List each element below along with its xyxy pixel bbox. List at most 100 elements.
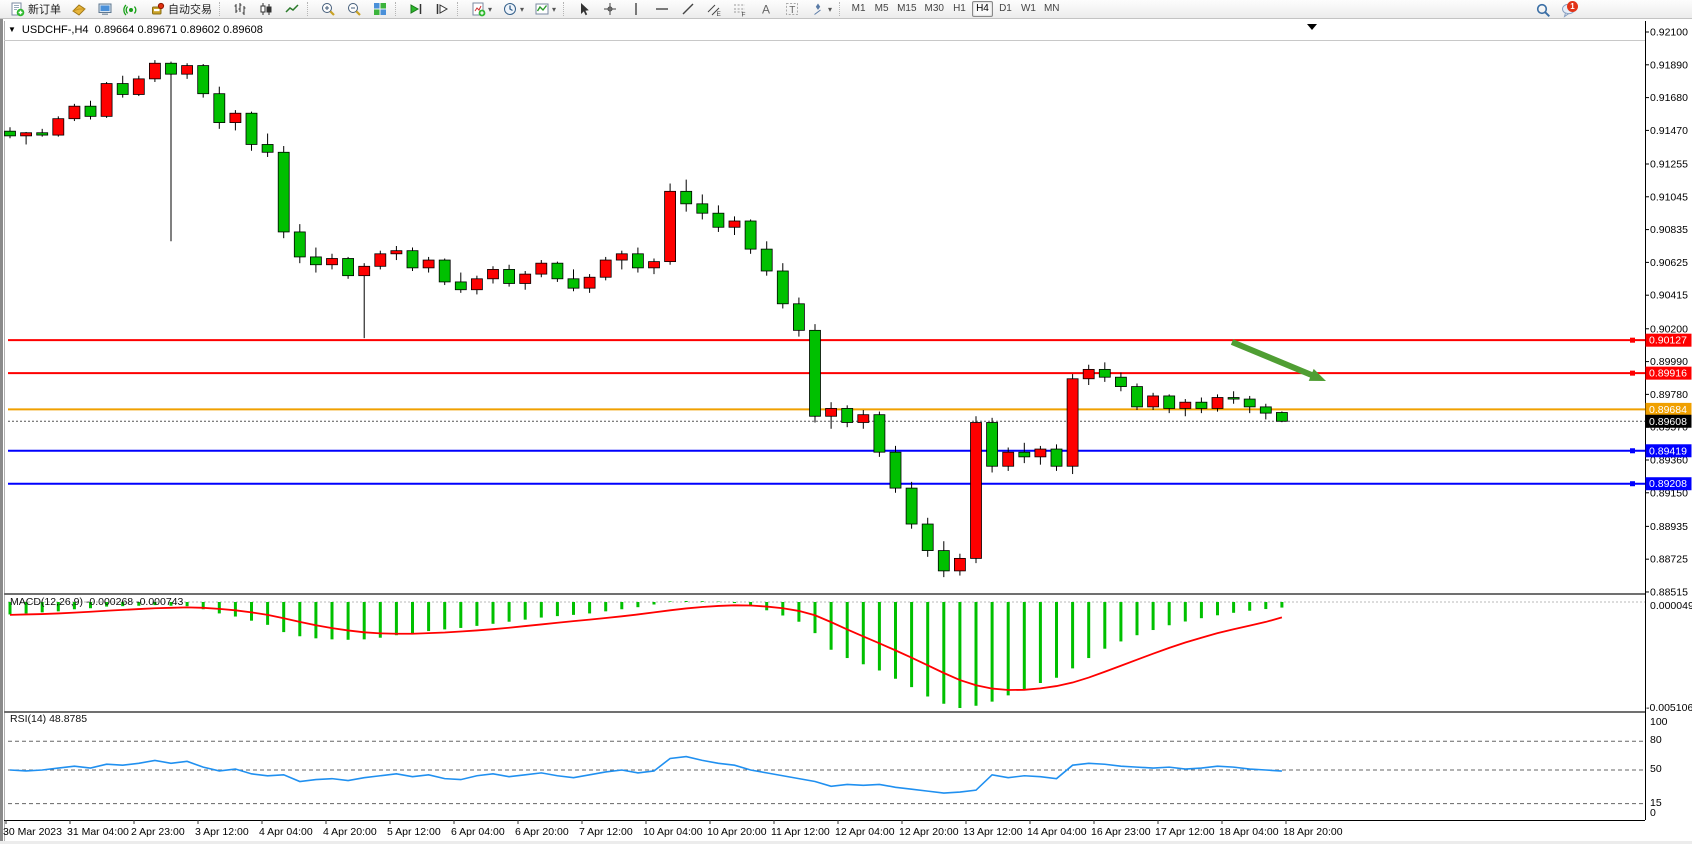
svg-text:18 Apr 20:00: 18 Apr 20:00: [1283, 826, 1343, 838]
timeframe-m5-button[interactable]: M5: [871, 1, 892, 17]
monitor-icon: [97, 1, 113, 17]
cursor-icon: [576, 1, 592, 17]
trendline-icon: [680, 1, 696, 17]
timeframe-m1-button[interactable]: M1: [848, 1, 869, 17]
new-order-button[interactable]: 新订单: [5, 1, 65, 18]
svg-text:14 Apr 04:00: 14 Apr 04:00: [1027, 826, 1087, 838]
vertical-line-button[interactable]: [624, 1, 648, 18]
market-panel-button[interactable]: [67, 1, 91, 18]
tile-icon: [372, 1, 388, 17]
timeframe-w1-button[interactable]: W1: [1018, 1, 1039, 17]
equidistant-channel-button[interactable]: E: [702, 1, 726, 18]
vline-icon: [628, 1, 644, 17]
arrows-icon: [810, 1, 826, 17]
svg-text:0.88935: 0.88935: [1650, 521, 1688, 533]
timeframe-h1-button[interactable]: H1: [949, 1, 970, 17]
price-level-label: 0.89419: [1649, 445, 1687, 457]
auto-scroll-button[interactable]: [404, 1, 428, 18]
svg-text:T: T: [789, 5, 795, 16]
template-icon: [534, 1, 550, 17]
svg-text:0.89780: 0.89780: [1650, 389, 1688, 401]
toolbar-separator: [457, 2, 461, 16]
svg-text:30 Mar 2023: 30 Mar 2023: [3, 826, 62, 838]
svg-text:17 Apr 12:00: 17 Apr 12:00: [1155, 826, 1215, 838]
indicators-button[interactable]: ▾: [466, 1, 496, 18]
svg-text:0.91890: 0.91890: [1650, 59, 1688, 71]
line-handle[interactable]: [1630, 481, 1635, 486]
svg-text:7 Apr 12:00: 7 Apr 12:00: [579, 826, 633, 838]
timeframe-m30-button[interactable]: M30: [922, 1, 947, 17]
signals-button[interactable]: [119, 1, 143, 18]
timeframe-mn-button[interactable]: MN: [1041, 1, 1063, 17]
svg-text:-0.005106: -0.005106: [1646, 702, 1692, 714]
svg-text:80: 80: [1650, 734, 1662, 746]
textA-icon: A: [758, 1, 774, 17]
search-icon: [1535, 2, 1551, 18]
zoom-in-icon: [320, 1, 336, 17]
textT-icon: T: [784, 1, 800, 17]
toolbar-separator: [219, 2, 223, 16]
toolbar-separator: [839, 2, 843, 16]
timeframe-m15-button[interactable]: M15: [894, 1, 919, 17]
periods-button[interactable]: ▾: [498, 1, 528, 18]
fibo-icon: F: [732, 1, 748, 17]
toolbar-separator: [307, 2, 311, 16]
auto-trading-button[interactable]: 自动交易: [145, 1, 216, 18]
svg-text:12 Apr 20:00: 12 Apr 20:00: [899, 826, 959, 838]
toolbar-group-chart-type: [227, 0, 305, 19]
svg-text:11 Apr 12:00: 11 Apr 12:00: [771, 826, 830, 838]
line-chart-button[interactable]: [280, 1, 304, 18]
main-toolbar: 新订单自动交易▾▾▾EFAT▾M1M5M15M30H1H4D1W1MN1: [0, 0, 1692, 19]
price-level-label: 0.90127: [1649, 335, 1687, 347]
bar-chart-button[interactable]: [228, 1, 252, 18]
search-button[interactable]: [1531, 1, 1555, 18]
line-icon: [284, 1, 300, 17]
chart-canvas[interactable]: 0.921000.918900.916800.914700.912550.910…: [0, 19, 1692, 844]
chart-shift-button[interactable]: [430, 1, 454, 18]
fibonacci-button[interactable]: F: [728, 1, 752, 18]
dropdown-arrow-icon: ▾: [828, 5, 832, 14]
terminal-button[interactable]: [93, 1, 117, 18]
tile-windows-button[interactable]: [368, 1, 392, 18]
svg-text:2 Apr 23:00: 2 Apr 23:00: [131, 826, 185, 838]
shift-icon: [434, 1, 450, 17]
svg-text:A: A: [762, 3, 770, 17]
line-handle[interactable]: [1630, 371, 1635, 376]
svg-text:0.90625: 0.90625: [1650, 257, 1688, 269]
toolbar-group-scroll: [403, 0, 455, 19]
crosshair-button[interactable]: [598, 1, 622, 18]
zoom-in-button[interactable]: [316, 1, 340, 18]
templates-button[interactable]: ▾: [530, 1, 560, 18]
bid-price-label: 0.89608: [1649, 416, 1687, 428]
robot-icon: [149, 1, 165, 17]
candlestick-chart-button[interactable]: [254, 1, 278, 18]
price-level-label: 0.89684: [1649, 404, 1687, 416]
indicator-doc-icon: [470, 1, 486, 17]
toolbar-group-dropdowns: ▾▾▾: [465, 0, 561, 19]
trendline-button[interactable]: [676, 1, 700, 18]
price-level-label: 0.89208: [1649, 478, 1687, 490]
doc-plus-icon: [9, 1, 25, 17]
mt4-window: 新订单自动交易▾▾▾EFAT▾M1M5M15M30H1H4D1W1MN1 0.9…: [0, 0, 1692, 844]
svg-text:E: E: [717, 11, 722, 17]
toolbar-group-objects: E F A T ▾: [571, 0, 837, 19]
line-handle[interactable]: [1630, 448, 1635, 453]
chat-button[interactable]: 1: [1557, 1, 1581, 18]
line-handle[interactable]: [1630, 338, 1635, 343]
timeframe-d1-button[interactable]: D1: [995, 1, 1016, 17]
cursor-button[interactable]: [572, 1, 596, 18]
svg-text:18 Apr 04:00: 18 Apr 04:00: [1219, 826, 1279, 838]
zoom-out-button[interactable]: [342, 1, 366, 18]
notification-badge: 1: [1567, 1, 1578, 12]
text-button[interactable]: A: [754, 1, 778, 18]
timeframe-h4-button[interactable]: H4: [972, 1, 993, 17]
arrows-button[interactable]: ▾: [806, 1, 836, 18]
text-label-button[interactable]: T: [780, 1, 804, 18]
svg-text:0.90200: 0.90200: [1650, 323, 1688, 335]
horizontal-line-button[interactable]: [650, 1, 674, 18]
svg-text:6 Apr 04:00: 6 Apr 04:00: [451, 826, 505, 838]
price-level-label: 0.89916: [1649, 368, 1687, 380]
svg-text:3 Apr 12:00: 3 Apr 12:00: [195, 826, 249, 838]
clock-icon: [502, 1, 518, 17]
svg-text:F: F: [742, 12, 746, 18]
